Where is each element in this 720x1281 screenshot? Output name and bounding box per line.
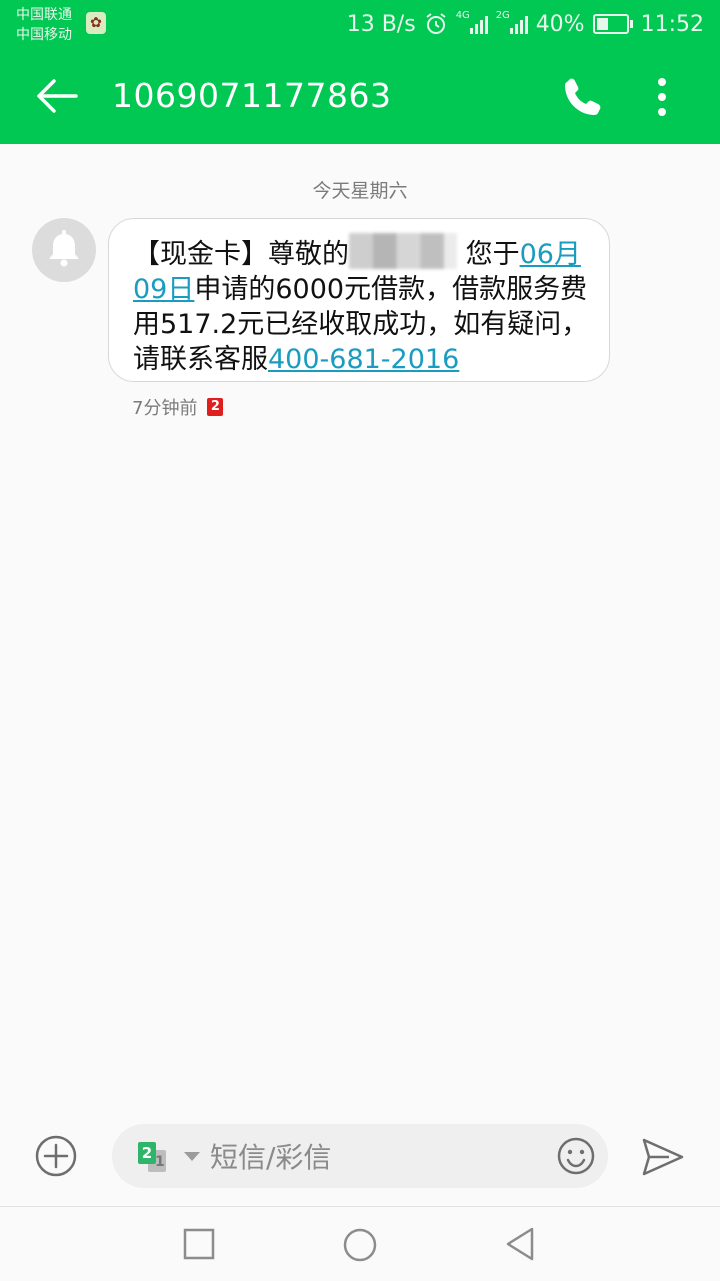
message-text: 【现金卡】尊敬的 您于06月09日申请的6000元借款，借款服务费用517.2元…	[133, 233, 593, 377]
app-bar: 1069071177863	[0, 48, 720, 144]
more-vert-icon[interactable]	[640, 72, 684, 122]
conversation-title: 1069071177863	[112, 76, 392, 115]
net-2g-label: 2G	[495, 10, 510, 21]
carrier-2: 中国移动	[16, 27, 72, 43]
nav-back-icon[interactable]	[502, 1225, 538, 1263]
carrier-names: 中国联通 中国移动	[16, 5, 72, 45]
sender-avatar[interactable]	[32, 218, 96, 282]
signal-4g-icon: 4G	[456, 10, 488, 34]
system-nav-bar	[0, 1206, 720, 1281]
send-icon[interactable]	[640, 1136, 686, 1178]
status-indicators: 13 B/s 4G 2G 40% 11:52	[347, 0, 704, 48]
chevron-down-icon[interactable]	[184, 1152, 200, 1161]
message-bubble[interactable]: 【现金卡】尊敬的 您于06月09日申请的6000元借款，借款服务费用517.2元…	[108, 218, 610, 382]
phone-icon[interactable]	[558, 72, 608, 122]
sim-back-label: 1	[155, 1154, 165, 1170]
battery-percent: 40%	[535, 11, 585, 37]
redacted-name	[349, 233, 457, 269]
net-4g-label: 4G	[455, 10, 470, 21]
signal-2g-icon: 2G	[496, 10, 528, 34]
carrier-1: 中国联通	[16, 7, 72, 23]
sim-switch-button[interactable]: 2 1	[138, 1142, 170, 1174]
recent-apps-icon[interactable]	[182, 1227, 216, 1261]
clock: 11:52	[640, 11, 704, 37]
add-attachment-icon[interactable]	[34, 1134, 78, 1178]
message-part: 您于	[465, 239, 520, 270]
message-timestamp: 7分钟前	[132, 398, 198, 419]
emoji-icon[interactable]	[556, 1136, 596, 1176]
message-input[interactable]	[208, 1134, 542, 1180]
message-meta: 7分钟前 2	[132, 394, 224, 420]
bell-icon	[49, 230, 79, 267]
date-separator: 今天星期六	[312, 180, 408, 202]
sim-card-front: 2	[138, 1142, 156, 1164]
status-bar: 中国联通 中国移动 ✿ 13 B/s 4G 2G 40% 11:52	[0, 0, 720, 48]
alarm-icon	[426, 13, 446, 34]
message-part: 【现金卡】尊敬的	[133, 239, 349, 270]
sim-badge: 2	[207, 398, 224, 416]
home-icon[interactable]	[342, 1227, 378, 1263]
arrow-left-icon[interactable]	[30, 76, 82, 116]
phone-link[interactable]: 400-681-2016	[268, 344, 459, 375]
battery-icon	[592, 14, 633, 34]
message-composer: 2 1	[112, 1124, 608, 1188]
net-speed: 13 B/s	[346, 11, 416, 37]
carrier-app-icon: ✿	[86, 12, 106, 34]
